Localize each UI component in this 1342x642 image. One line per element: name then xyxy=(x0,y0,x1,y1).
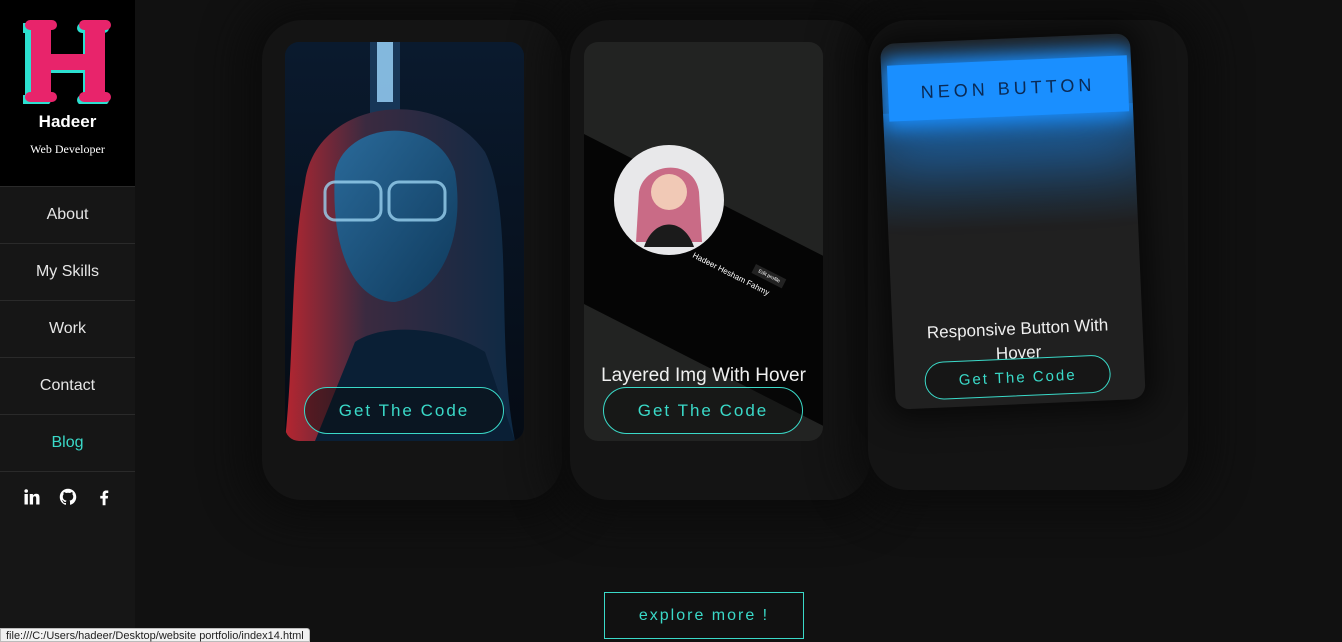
github-icon[interactable] xyxy=(59,488,77,506)
portrait-image xyxy=(285,42,524,441)
get-code-button[interactable]: Get The Code xyxy=(304,387,504,434)
browser-status-url: file:///C:/Users/hadeer/Desktop/website … xyxy=(0,628,310,642)
nav-item-contact[interactable]: Contact xyxy=(0,358,135,415)
page: Hadeer Web Developer About My Skills Wor… xyxy=(0,0,1342,642)
neon-glow xyxy=(883,103,1139,234)
nav-item-my-skills[interactable]: My Skills xyxy=(0,244,135,301)
neon-button[interactable]: NEON BUTTON xyxy=(886,55,1130,122)
card-portrait[interactable]: Get The Code xyxy=(285,42,524,441)
card-neon-button[interactable]: NEON BUTTON Responsive Button With Hover… xyxy=(880,33,1146,410)
get-code-button[interactable]: Get The Code xyxy=(923,354,1112,401)
get-code-button[interactable]: Get The Code xyxy=(603,387,803,434)
brand: Hadeer Web Developer xyxy=(0,0,135,187)
social-links xyxy=(0,488,135,506)
sidebar-nav: About My Skills Work Contact Blog xyxy=(0,187,135,472)
brand-role: Web Developer xyxy=(30,142,105,156)
nav-item-work[interactable]: Work xyxy=(0,301,135,358)
brand-name: Hadeer xyxy=(38,112,97,131)
facebook-icon[interactable] xyxy=(95,488,113,506)
nav-item-blog[interactable]: Blog xyxy=(0,415,135,472)
linkedin-icon[interactable] xyxy=(23,488,41,506)
explore-more-button[interactable]: explore more ! xyxy=(604,592,804,639)
card-title: Layered Img With Hover xyxy=(601,365,806,386)
sidebar: Hadeer Web Developer About My Skills Wor… xyxy=(0,0,135,642)
logo-icon[interactable] xyxy=(22,20,113,104)
nav-item-about[interactable]: About xyxy=(0,187,135,244)
card-layered-img[interactable]: Hadeer Hesham Fahmy Edit profile Layered… xyxy=(584,42,823,441)
